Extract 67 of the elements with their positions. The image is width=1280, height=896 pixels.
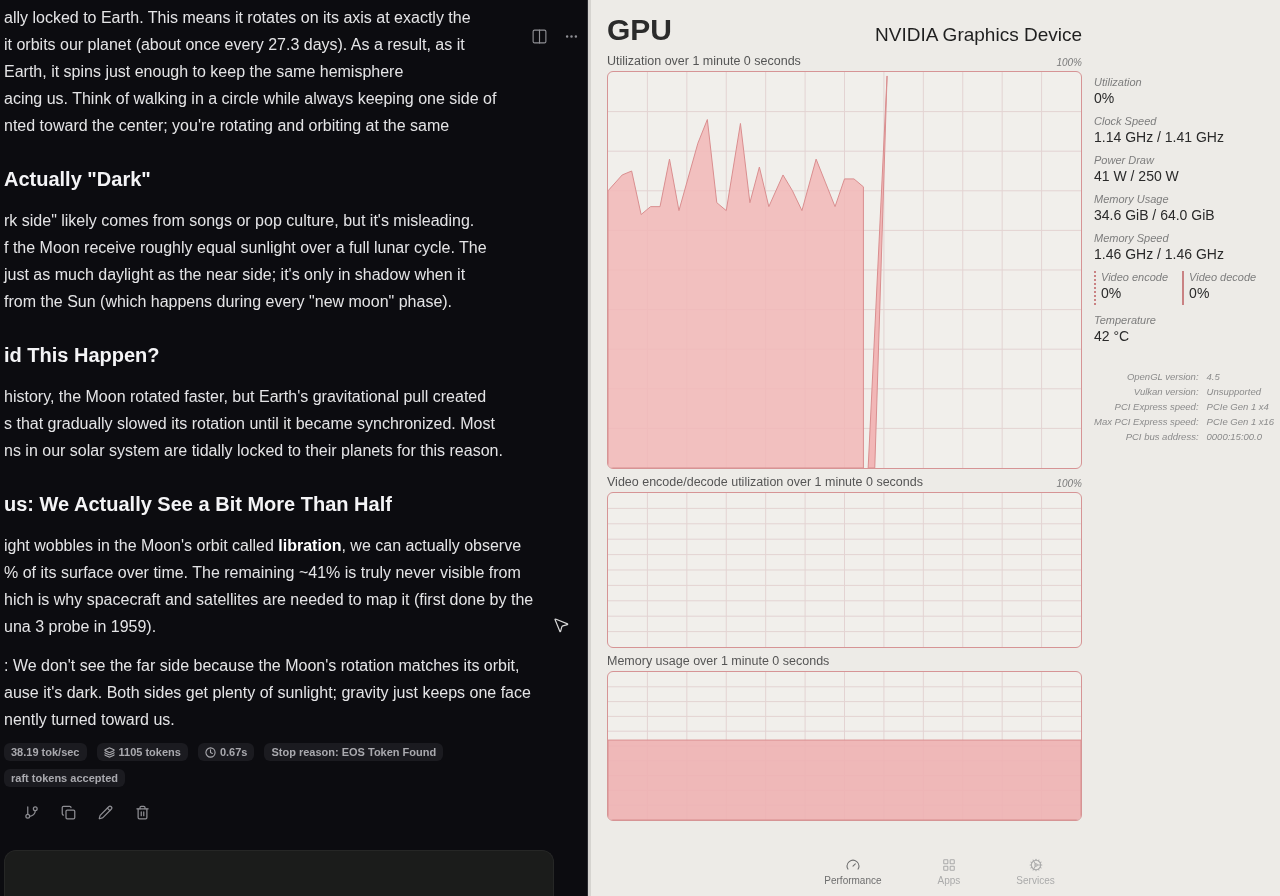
stat-label: Clock Speed: [1094, 115, 1158, 127]
stat-value: 0%: [1101, 285, 1123, 301]
stat-value: 0%: [1189, 285, 1211, 301]
stat-chip: raft tokens accepted: [4, 769, 125, 787]
detail-value: 0000:15:00.0: [1206, 431, 1264, 442]
stat-label: Memory Speed: [1094, 232, 1170, 244]
section-heading: us: We Actually See a Bit More Than Half: [4, 492, 392, 517]
graph-title: Memory usage over 1 minute 0 seconds: [607, 654, 830, 668]
detail-label: Vulkan version:: [1132, 386, 1199, 397]
paragraph-text: history, the Moon rotated faster, but Earth's gravitational pull created s that gradually slowed its rotation until it became synchronized. Most ns in our solar system are tidally locked to their planets for this reason.: [4, 387, 503, 461]
stat-chip: 0.67s: [197, 743, 255, 761]
paragraph-text: rk side" likely comes from songs or pop culture, but it's misleading. f the Moon receive roughly equal sunlight over a full lunar cycle. The just as much daylight as the near side; it's only in shadow when it from the Sun (which happens during every "new moon" phase).: [4, 211, 487, 312]
graph-max-label: 100%: [1056, 478, 1082, 489]
graph-max-label: 100%: [1056, 57, 1082, 68]
cursor-icon: [552, 616, 570, 634]
page-title: GPU: [607, 12, 672, 48]
section-heading: Actually "Dark": [4, 167, 151, 192]
stat-label: Utilization: [1094, 76, 1143, 88]
graph-title: Video encode/decode utilization over 1 minute 0 seconds: [607, 475, 923, 489]
stat-chip: 1105 tokens: [96, 743, 188, 761]
stat-label: Power Draw: [1094, 154, 1156, 166]
stat-value: 34.6 GiB / 64.0 GiB: [1094, 207, 1216, 223]
stat-value: 0%: [1094, 90, 1116, 106]
split-view-button[interactable]: [529, 26, 550, 47]
delete-button[interactable]: [133, 803, 152, 822]
stack-icon: [103, 746, 115, 758]
branch-button[interactable]: [22, 803, 41, 822]
clock-icon: [204, 746, 216, 758]
trash-icon: [135, 805, 150, 820]
stat-label: Memory Usage: [1094, 193, 1170, 205]
section-heading: id This Happen?: [4, 343, 160, 368]
gauge-icon: [845, 858, 860, 872]
stat-label: Video encode: [1101, 271, 1169, 283]
detail-value: PCIe Gen 1 x16: [1206, 416, 1275, 427]
message-input-field[interactable]: [4, 850, 554, 896]
copy-button[interactable]: [59, 803, 78, 822]
stat-value: 41 W / 250 W: [1094, 168, 1180, 184]
edit-button[interactable]: [96, 803, 115, 822]
nav-tab[interactable]: Apps: [933, 856, 965, 888]
grid-icon: [941, 858, 956, 872]
stat-chip: 38.19 tok/sec: [4, 743, 87, 761]
detail-value: 4.5: [1206, 371, 1221, 382]
solid-legend-icon: [1182, 271, 1185, 305]
branch-icon: [24, 805, 39, 820]
stat-label: Temperature: [1094, 314, 1157, 326]
nav-tab[interactable]: Performance: [820, 856, 886, 888]
detail-label: OpenGL version:: [1125, 371, 1199, 382]
device-name: NVIDIA Graphics Device: [875, 24, 1082, 47]
paragraph-text: : We don't see the far side because the Moon's rotation matches its orbit, ause it's dark. Both sides get plenty of sunlight; gravity just keeps one face nently turned toward us.: [4, 656, 531, 730]
detail-label: Max PCI Express speed:: [1094, 416, 1199, 427]
stat-value: 1.14 GHz / 1.41 GHz: [1094, 129, 1225, 145]
stat-value: 1.46 GHz / 1.46 GHz: [1094, 246, 1225, 262]
detail-label: PCI Express speed:: [1113, 401, 1199, 412]
detail-label: PCI bus address:: [1124, 431, 1199, 442]
stat-value: 42 °C: [1094, 328, 1131, 344]
graph-title: Utilization over 1 minute 0 seconds: [607, 54, 801, 68]
paragraph-text: ight wobbles in the Moon's orbit called libration, we can actually observe % of its surface over time. The remaining ~41% is truly never visible from hich is why spacecraft and satellites are needed to map it (first done by the una 3 probe in 1959).: [4, 536, 534, 637]
split-view-icon: [531, 28, 548, 45]
stat-chip: Stop reason: EOS Token Found: [264, 743, 444, 761]
pencil-icon: [98, 805, 113, 820]
detail-value: Unsupported: [1206, 386, 1263, 397]
stat-label: Video decode: [1189, 271, 1257, 283]
paragraph-text: ally locked to Earth. This means it rotates on its axis at exactly the it orbits our planet (about once every 27.3 days). As a result, as it Earth, it spins just enough to keep the same hemisphere acing us. Think of walking in a circle while always keeping one side of nted toward the center; you're rotating and orbiting at the same: [4, 8, 497, 136]
copy-icon: [61, 805, 76, 820]
detail-value: PCIe Gen 1 x4: [1206, 401, 1270, 412]
gear-icon: [1028, 858, 1043, 872]
nav-tab[interactable]: Services: [1012, 856, 1059, 888]
